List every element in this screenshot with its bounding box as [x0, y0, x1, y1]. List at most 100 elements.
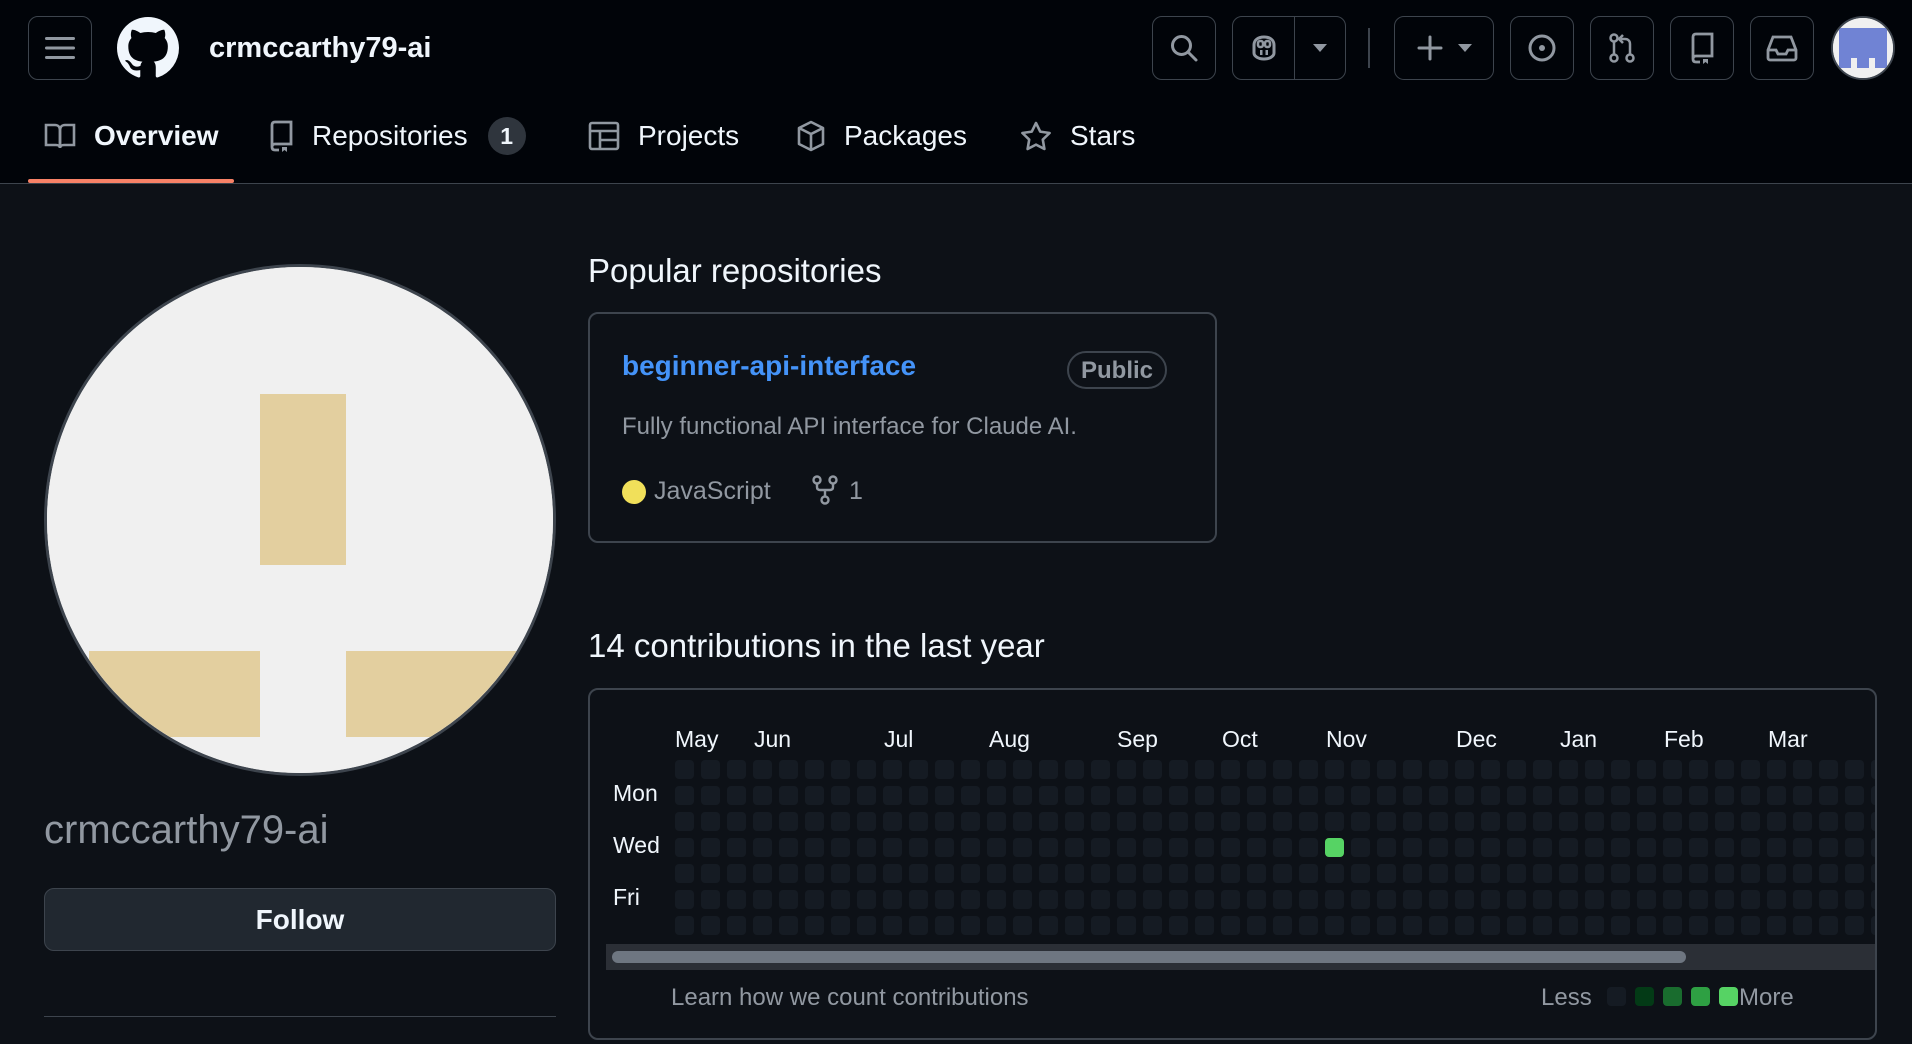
contribution-cell[interactable]	[805, 760, 824, 779]
contribution-cell[interactable]	[1429, 916, 1448, 935]
contribution-cell[interactable]	[1611, 786, 1630, 805]
contribution-cell[interactable]	[1221, 760, 1240, 779]
contribution-cell[interactable]	[1299, 786, 1318, 805]
contribution-cell[interactable]	[1845, 864, 1864, 883]
contribution-cell[interactable]	[1403, 890, 1422, 909]
contribution-cell[interactable]	[1559, 760, 1578, 779]
contribution-cell[interactable]	[961, 760, 980, 779]
contribution-cell[interactable]	[779, 890, 798, 909]
contribution-cell[interactable]	[1533, 786, 1552, 805]
contribution-cell[interactable]	[1195, 760, 1214, 779]
contribution-cell[interactable]	[1845, 812, 1864, 831]
contribution-cell[interactable]	[727, 916, 746, 935]
contribution-cell[interactable]	[1741, 786, 1760, 805]
contribution-cell[interactable]	[1351, 864, 1370, 883]
contribution-cell[interactable]	[961, 786, 980, 805]
contribution-cell[interactable]	[675, 890, 694, 909]
contribution-cell[interactable]	[1793, 812, 1812, 831]
contribution-cell[interactable]	[1221, 812, 1240, 831]
contribution-cell[interactable]	[1481, 864, 1500, 883]
contribution-cell[interactable]	[701, 838, 720, 857]
contribution-cell[interactable]	[727, 890, 746, 909]
contribution-cell[interactable]	[1273, 812, 1292, 831]
contribution-cell[interactable]	[1455, 838, 1474, 857]
contribution-cell[interactable]	[1715, 812, 1734, 831]
contribution-cell[interactable]	[1039, 916, 1058, 935]
contribution-cell[interactable]	[1559, 916, 1578, 935]
contribution-cell[interactable]	[1637, 812, 1656, 831]
contribution-cell[interactable]	[883, 838, 902, 857]
contribution-cell[interactable]	[1455, 890, 1474, 909]
contribution-cell[interactable]	[1039, 786, 1058, 805]
contribution-cell[interactable]	[675, 916, 694, 935]
contribution-cell[interactable]	[1663, 812, 1682, 831]
contribution-cell[interactable]	[935, 812, 954, 831]
contribution-cell[interactable]	[779, 812, 798, 831]
contribution-cell[interactable]	[961, 916, 980, 935]
contribution-cell[interactable]	[987, 916, 1006, 935]
contribution-cell[interactable]	[1325, 838, 1344, 857]
contribution-cell[interactable]	[1013, 812, 1032, 831]
contribution-cell[interactable]	[1611, 760, 1630, 779]
contribution-cell[interactable]	[857, 916, 876, 935]
contribution-cell[interactable]	[1767, 864, 1786, 883]
contribution-cell[interactable]	[1559, 786, 1578, 805]
menu-button[interactable]	[28, 16, 92, 80]
contribution-cell[interactable]	[1377, 760, 1396, 779]
contribution-cell[interactable]	[1715, 890, 1734, 909]
contribution-cell[interactable]	[1377, 786, 1396, 805]
contribution-cell[interactable]	[1663, 916, 1682, 935]
contribution-cell[interactable]	[1689, 786, 1708, 805]
contribution-cell[interactable]	[1117, 838, 1136, 857]
contribution-cell[interactable]	[1403, 812, 1422, 831]
contribution-cell[interactable]	[1741, 838, 1760, 857]
contribution-cell[interactable]	[857, 838, 876, 857]
contribution-cell[interactable]	[675, 786, 694, 805]
tab-stars[interactable]: Stars	[1020, 112, 1135, 160]
contribution-cell[interactable]	[1871, 786, 1875, 805]
contribution-cell[interactable]	[1065, 916, 1084, 935]
contribution-cell[interactable]	[1273, 838, 1292, 857]
contribution-cell[interactable]	[1767, 760, 1786, 779]
contribution-cell[interactable]	[805, 786, 824, 805]
contribution-cell[interactable]	[1325, 890, 1344, 909]
contribution-cell[interactable]	[1689, 760, 1708, 779]
contribution-cell[interactable]	[1741, 890, 1760, 909]
contribution-cell[interactable]	[1819, 812, 1838, 831]
contribution-cell[interactable]	[883, 864, 902, 883]
contribution-cell[interactable]	[1429, 864, 1448, 883]
contribution-cell[interactable]	[753, 812, 772, 831]
contribution-cell[interactable]	[1403, 838, 1422, 857]
contribution-cell[interactable]	[961, 890, 980, 909]
contribution-cell[interactable]	[1533, 838, 1552, 857]
contribution-cell[interactable]	[1507, 786, 1526, 805]
contribution-cell[interactable]	[1637, 838, 1656, 857]
contribution-cell[interactable]	[1767, 916, 1786, 935]
contribution-cell[interactable]	[1117, 786, 1136, 805]
contribution-cell[interactable]	[961, 812, 980, 831]
contribution-cell[interactable]	[1377, 864, 1396, 883]
inbox-button[interactable]	[1750, 16, 1814, 80]
contribution-cell[interactable]	[987, 760, 1006, 779]
contribution-cell[interactable]	[1507, 838, 1526, 857]
contribution-cell[interactable]	[883, 812, 902, 831]
contribution-cell[interactable]	[1793, 890, 1812, 909]
contribution-cell[interactable]	[1169, 890, 1188, 909]
scrollbar-thumb[interactable]	[612, 951, 1686, 963]
contribution-cell[interactable]	[961, 838, 980, 857]
contribution-cell[interactable]	[883, 916, 902, 935]
contribution-cell[interactable]	[1715, 786, 1734, 805]
contribution-cell[interactable]	[1819, 760, 1838, 779]
contribution-cell[interactable]	[1351, 916, 1370, 935]
contribution-cell[interactable]	[1117, 812, 1136, 831]
contribution-cell[interactable]	[1247, 786, 1266, 805]
contribution-cell[interactable]	[1611, 812, 1630, 831]
contribution-cell[interactable]	[1689, 890, 1708, 909]
contribution-cell[interactable]	[1299, 916, 1318, 935]
contribution-cell[interactable]	[831, 812, 850, 831]
contribution-cell[interactable]	[1065, 812, 1084, 831]
contribution-cell[interactable]	[987, 864, 1006, 883]
contribution-cell[interactable]	[675, 838, 694, 857]
contribution-cell[interactable]	[1429, 786, 1448, 805]
contribution-cell[interactable]	[909, 760, 928, 779]
